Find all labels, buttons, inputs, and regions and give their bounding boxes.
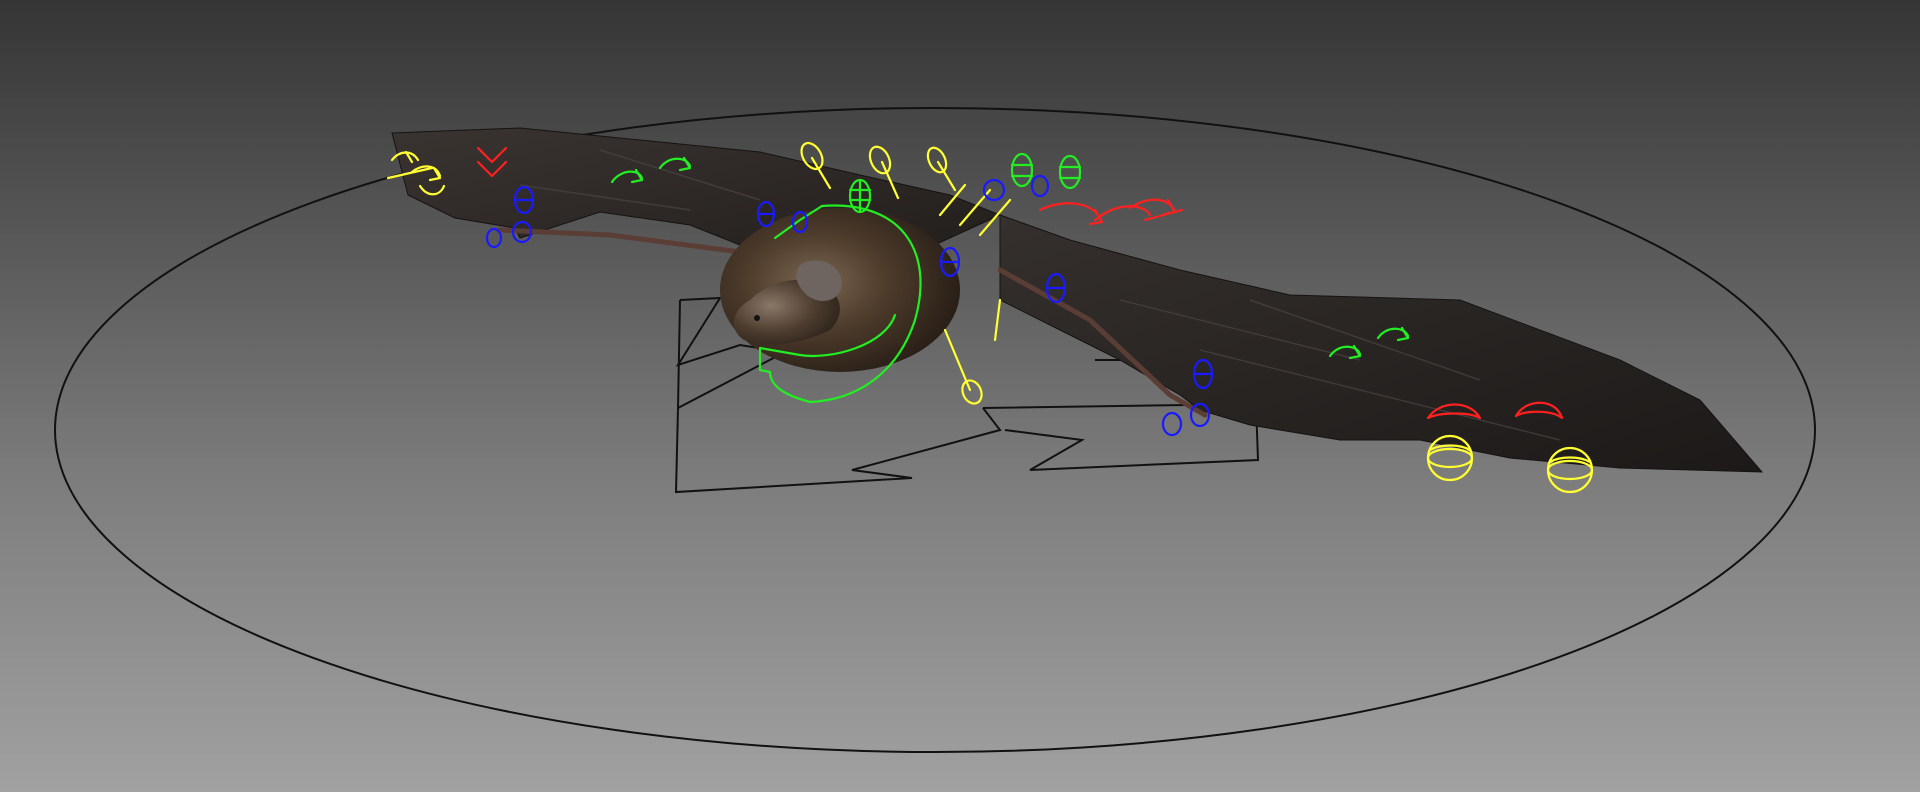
- bat-eye: [754, 315, 760, 321]
- top-red-rotate-controls[interactable]: [1038, 198, 1184, 226]
- scene-canvas[interactable]: [0, 0, 1920, 792]
- 3d-viewport[interactable]: [0, 0, 1920, 792]
